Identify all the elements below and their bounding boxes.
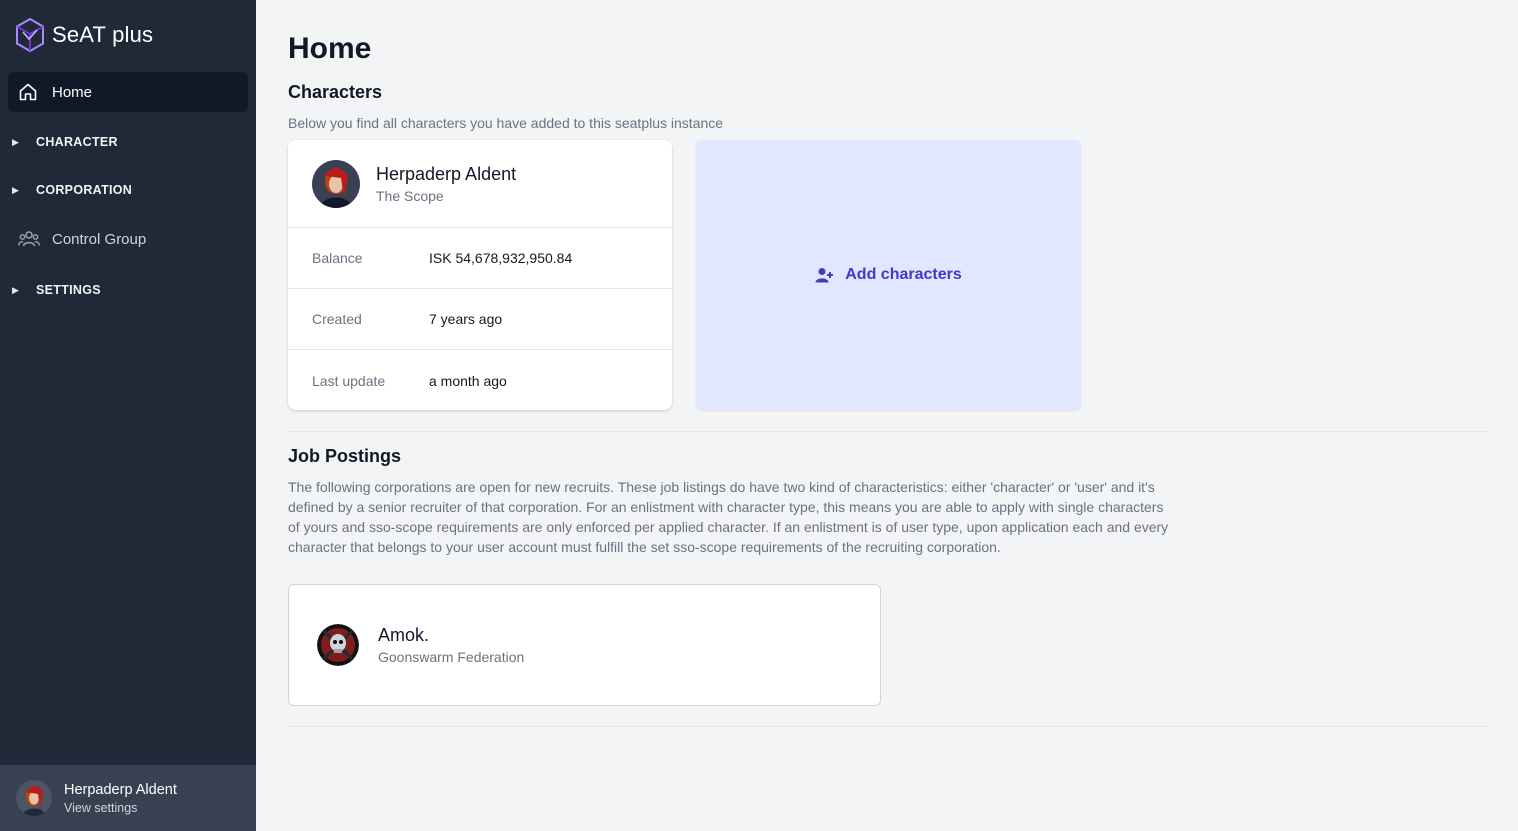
sidebar: SeAT plus Home ▶ CHARACTER ▶ CORPORATION… [0, 0, 256, 831]
characters-title: Characters [288, 82, 383, 102]
caret-right-icon: ▶ [12, 284, 19, 295]
character-created-row: Created 7 years ago [288, 289, 672, 350]
row-label: Balance [312, 250, 363, 266]
user-plus-icon [815, 268, 834, 283]
page-title: Home [288, 32, 372, 65]
caret-right-icon: ▶ [12, 184, 19, 195]
character-corporation: The Scope [376, 187, 444, 204]
row-label: Last update [312, 372, 386, 389]
job-posting-card[interactable]: Amok. Goonswarm Federation [288, 584, 881, 706]
caret-right-icon: ▶ [12, 136, 19, 147]
character-card[interactable]: Herpaderp Aldent The Scope Balance ISK 5… [288, 140, 672, 410]
home-icon [19, 83, 37, 101]
sidebar-section-settings[interactable]: ▶ SETTINGS [12, 283, 101, 297]
cube-logo-icon [16, 18, 44, 52]
avatar [16, 780, 52, 816]
characters-description: Below you find all characters you have a… [288, 115, 724, 131]
sidebar-section-label: SETTINGS [36, 283, 101, 297]
job-postings-description: The following corporations are open for … [288, 479, 1169, 555]
add-characters-button[interactable]: Add characters [696, 140, 1081, 410]
brand-name: SeAT plus [52, 22, 154, 47]
sidebar-section-corporation[interactable]: ▶ CORPORATION [12, 183, 132, 197]
character-card-header: Herpaderp Aldent The Scope [288, 140, 672, 228]
character-last-update-row: Last update a month ago [288, 350, 672, 410]
sidebar-section-character[interactable]: ▶ CHARACTER [12, 135, 118, 149]
divider [288, 726, 1488, 727]
character-portrait [312, 159, 360, 208]
job-alliance-name: Goonswarm Federation [378, 649, 525, 665]
view-settings-link[interactable]: View settings [64, 801, 177, 815]
sidebar-item-label: Control Group [52, 230, 147, 248]
row-value: ISK 54,678,932,950.84 [429, 250, 573, 266]
character-balance-row: Balance ISK 54,678,932,950.84 [288, 228, 672, 289]
corporation-logo [317, 624, 359, 666]
row-value: a month ago [429, 372, 507, 389]
sidebar-section-label: CORPORATION [36, 183, 133, 197]
add-characters-label: Add characters [845, 266, 962, 283]
sidebar-item-control-group[interactable]: Control Group [18, 229, 146, 249]
sidebar-item-label: Home [52, 83, 93, 101]
sidebar-item-home[interactable]: Home [8, 72, 248, 112]
sidebar-section-label: CHARACTER [36, 135, 118, 149]
user-settings-link[interactable]: Herpaderp Aldent View settings [0, 765, 256, 831]
row-label: Created [312, 311, 362, 327]
character-name: Herpaderp Aldent [376, 163, 517, 184]
job-postings-title: Job Postings [288, 446, 402, 466]
divider [288, 431, 1488, 432]
brand[interactable]: SeAT plus [15, 18, 153, 52]
users-icon [18, 231, 40, 247]
user-name: Herpaderp Aldent [64, 781, 177, 798]
row-value: 7 years ago [429, 311, 503, 327]
job-corporation-name: Amok. [378, 625, 430, 645]
